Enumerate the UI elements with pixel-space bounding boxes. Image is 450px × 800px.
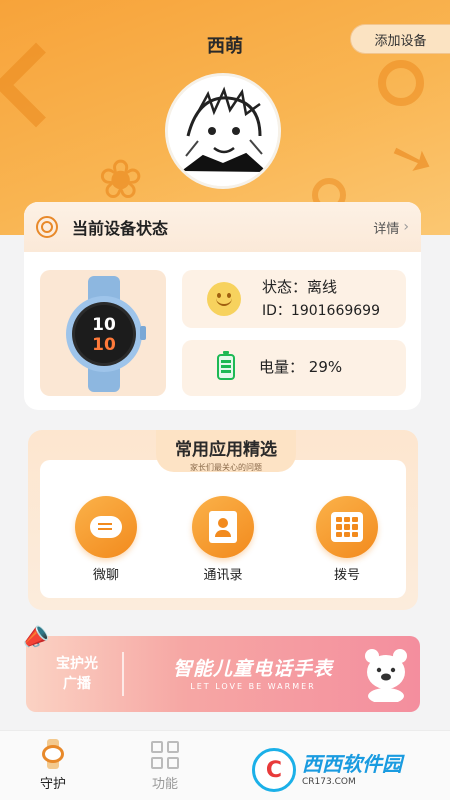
app-wechat[interactable]: 微聊 — [66, 496, 146, 583]
device-status-header: 当前设备状态 详情 › — [24, 202, 421, 252]
user-avatar-icon — [168, 76, 278, 186]
banner-left-line2: 广播 — [63, 676, 91, 692]
battery-text: 电量： 29% — [259, 356, 342, 377]
svg-text:10: 10 — [92, 315, 116, 335]
device-status-card: 当前设备状态 详情 › 10 10 状态：离线 ID：1901669699 电量 — [24, 202, 421, 410]
add-device-button[interactable]: 添加设备 — [350, 24, 450, 54]
detail-link[interactable]: 详情 › — [373, 218, 409, 237]
device-id-text: ID：1901669699 — [262, 303, 380, 319]
device-status-title: 当前设备状态 — [72, 219, 169, 238]
battery-value: 29% — [308, 358, 343, 376]
grid-icon — [151, 741, 179, 769]
featured-apps-card: 常用应用精选 家长们最关心的问题 微聊 通讯录 拨号 — [28, 430, 418, 610]
svg-text:10: 10 — [92, 335, 116, 355]
app-label: 通讯录 — [203, 568, 243, 583]
watermark-logo-icon: C — [252, 748, 296, 792]
banner-left-text: 宝护光 广播 — [42, 654, 112, 694]
battery-info-box: 电量： 29% — [182, 340, 406, 396]
watermark-text: 西西软件园 CR173.COM — [302, 754, 402, 787]
detail-label: 详情 — [373, 221, 400, 237]
app-label: 微聊 — [92, 568, 119, 583]
arrow-decoration-icon: ➘ — [381, 122, 443, 194]
banner-sub-text: LET LOVE BE WARMER — [190, 682, 316, 691]
watermark: C 西西软件园 CR173.COM — [252, 746, 447, 794]
bear-mascot-icon — [365, 649, 407, 702]
battery-icon — [217, 351, 235, 380]
tab-guard[interactable]: 守护 — [18, 739, 88, 792]
watch-icon — [42, 739, 64, 769]
battery-label: 电量： — [259, 358, 305, 376]
device-status-text: 状态：离线 — [262, 278, 338, 296]
smile-icon — [207, 282, 241, 316]
tab-label: 守护 — [39, 777, 66, 792]
apps-title-tab: 常用应用精选 家长们最关心的问题 — [156, 430, 296, 472]
watch-image[interactable]: 10 10 — [40, 270, 166, 396]
promo-banner[interactable]: 宝护光 广播 智能儿童电话手表 LET LOVE BE WARMER — [26, 636, 420, 712]
device-info-box: 状态：离线 ID：1901669699 — [182, 270, 406, 328]
banner-left-line1: 宝护光 — [56, 656, 98, 672]
app-contacts[interactable]: 通讯录 — [183, 496, 263, 583]
watermark-domain: CR173.COM — [302, 776, 356, 787]
app-label: 拨号 — [333, 568, 360, 583]
ring-decoration — [378, 60, 424, 106]
app-dial[interactable]: 拨号 — [307, 496, 387, 583]
tab-label: 功能 — [151, 777, 178, 792]
banner-divider — [122, 652, 124, 696]
smartwatch-icon: 10 10 — [66, 276, 146, 392]
dial-icon — [316, 496, 378, 558]
chat-icon — [75, 496, 137, 558]
apps-title: 常用应用精选 — [175, 440, 277, 460]
target-icon — [36, 216, 58, 238]
tab-functions[interactable]: 功能 — [130, 739, 200, 792]
apps-subtitle: 家长们最关心的问题 — [190, 463, 262, 472]
chevron-right-icon: › — [403, 219, 409, 235]
contacts-icon — [192, 496, 254, 558]
avatar[interactable] — [165, 73, 281, 189]
watermark-brand: 西西软件园 — [302, 751, 402, 776]
banner-main-text: 智能儿童电话手表 — [172, 658, 333, 680]
